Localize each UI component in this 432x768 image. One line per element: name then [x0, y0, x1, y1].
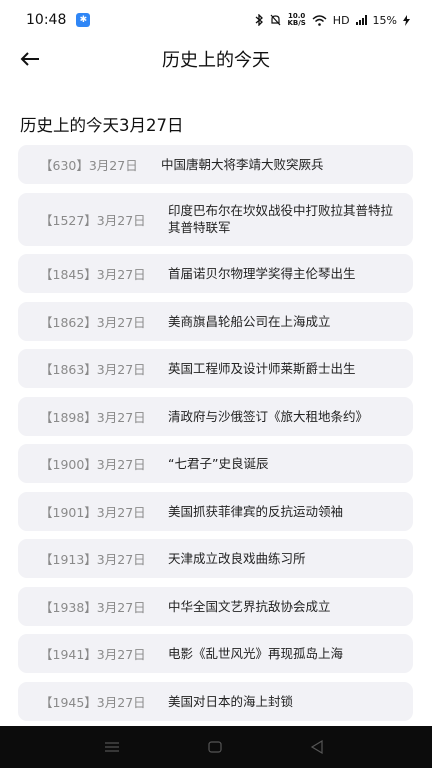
- event-item[interactable]: 【1845】3月27日 首届诺贝尔物理学奖得主伦琴出生: [18, 254, 413, 293]
- event-date: 【1901】3月27日: [40, 504, 146, 520]
- net-speed-unit: KB/S: [287, 19, 306, 27]
- status-time: 10:48: [26, 12, 67, 28]
- event-text: 电影《乱世风光》再现孤岛上海: [168, 646, 344, 661]
- status-left: 10:48 ✱: [26, 12, 91, 28]
- bluetooth-icon: [256, 14, 264, 26]
- home-square-icon: [208, 741, 222, 753]
- event-item[interactable]: 【630】3月27日 中国唐朝大将李靖大败突厥兵: [18, 145, 413, 184]
- event-text: 天津成立改良戏曲练习所: [168, 551, 306, 566]
- back-button[interactable]: [16, 46, 44, 72]
- arrow-left-icon: [20, 52, 39, 66]
- event-item[interactable]: 【1863】3月27日 英国工程师及设计师莱斯爵士出生: [18, 349, 413, 388]
- event-text: “七君子”史良诞辰: [168, 456, 269, 471]
- section-title: 历史上的今天3月27日: [20, 116, 184, 135]
- event-text: 美国对日本的海上封锁: [168, 693, 294, 709]
- nav-home-button[interactable]: [208, 739, 222, 755]
- hd-label: HD: [332, 13, 350, 27]
- status-right: 10.0 KB/S HD 15%: [255, 13, 410, 27]
- event-date: 【1938】3月27日: [40, 599, 146, 615]
- bell-off-icon: [270, 14, 281, 26]
- event-item[interactable]: 【1913】3月27日 天津成立改良戏曲练习所: [18, 539, 413, 578]
- event-text: 中国唐朝大将李靖大败突厥兵: [161, 157, 324, 172]
- event-item[interactable]: 【1941】3月27日 电影《乱世风光》再现孤岛上海: [18, 634, 413, 673]
- event-item[interactable]: 【1898】3月27日 清政府与沙俄签订《旅大租地条约》: [18, 396, 413, 436]
- event-date: 【1862】3月27日: [40, 314, 146, 330]
- event-text: 美国抓获菲律宾的反抗运动领袖: [168, 503, 344, 519]
- event-date: 【1863】3月27日: [40, 362, 146, 377]
- app-header: 历史上的今天: [0, 40, 432, 78]
- event-item[interactable]: 【1900】3月27日 “七君子”史良诞辰: [18, 444, 413, 483]
- lightning-icon: [403, 14, 410, 26]
- event-date: 【1945】3月27日: [40, 694, 146, 710]
- back-triangle-icon: [310, 740, 323, 754]
- event-text: 清政府与沙俄签订《旅大租地条约》: [168, 408, 369, 424]
- event-date: 【630】3月27日: [40, 158, 138, 173]
- event-item[interactable]: 【1901】3月27日 美国抓获菲律宾的反抗运动领袖: [18, 491, 413, 531]
- event-date: 【1527】3月27日: [40, 212, 146, 228]
- event-text: 英国工程师及设计师莱斯爵士出生: [168, 361, 356, 376]
- battery-percent: 15%: [372, 13, 397, 27]
- event-date: 【1941】3月27日: [40, 647, 146, 662]
- nav-menu-button[interactable]: [104, 739, 120, 755]
- event-text: 中华全国文艺界抗敌协会成立: [168, 598, 331, 614]
- wifi-icon: [312, 14, 327, 26]
- event-date: 【1900】3月27日: [40, 457, 146, 472]
- nav-back-button[interactable]: [310, 739, 324, 755]
- event-item[interactable]: 【1862】3月27日 美商旗昌轮船公司在上海成立: [18, 301, 413, 341]
- net-speed: 10.0 KB/S: [287, 13, 305, 27]
- event-date: 【1898】3月27日: [40, 409, 146, 425]
- event-list: 【630】3月27日 中国唐朝大将李靖大败突厥兵 【1527】3月27日 印度巴…: [18, 145, 413, 729]
- event-text: 美商旗昌轮船公司在上海成立: [168, 313, 331, 329]
- app-notification-icon: ✱: [76, 13, 91, 27]
- signal-icon: [355, 15, 367, 25]
- event-date: 【1913】3月27日: [40, 552, 146, 567]
- page-title: 历史上的今天: [162, 50, 270, 71]
- event-item[interactable]: 【1945】3月27日 美国对日本的海上封锁: [18, 681, 413, 721]
- event-text: 印度巴布尔在坎奴战役中打败拉其普特拉其普特联军: [168, 203, 394, 235]
- status-bar: 10:48 ✱ 10.0 KB/S HD 15%: [0, 0, 432, 40]
- system-nav-bar: [0, 726, 432, 768]
- event-item[interactable]: 【1527】3月27日 印度巴布尔在坎奴战役中打败拉其普特拉其普特联军: [18, 192, 413, 246]
- event-date: 【1845】3月27日: [40, 267, 146, 282]
- event-text: 首届诺贝尔物理学奖得主伦琴出生: [168, 266, 356, 281]
- event-item[interactable]: 【1938】3月27日 中华全国文艺界抗敌协会成立: [18, 586, 413, 626]
- menu-icon: [105, 742, 119, 752]
